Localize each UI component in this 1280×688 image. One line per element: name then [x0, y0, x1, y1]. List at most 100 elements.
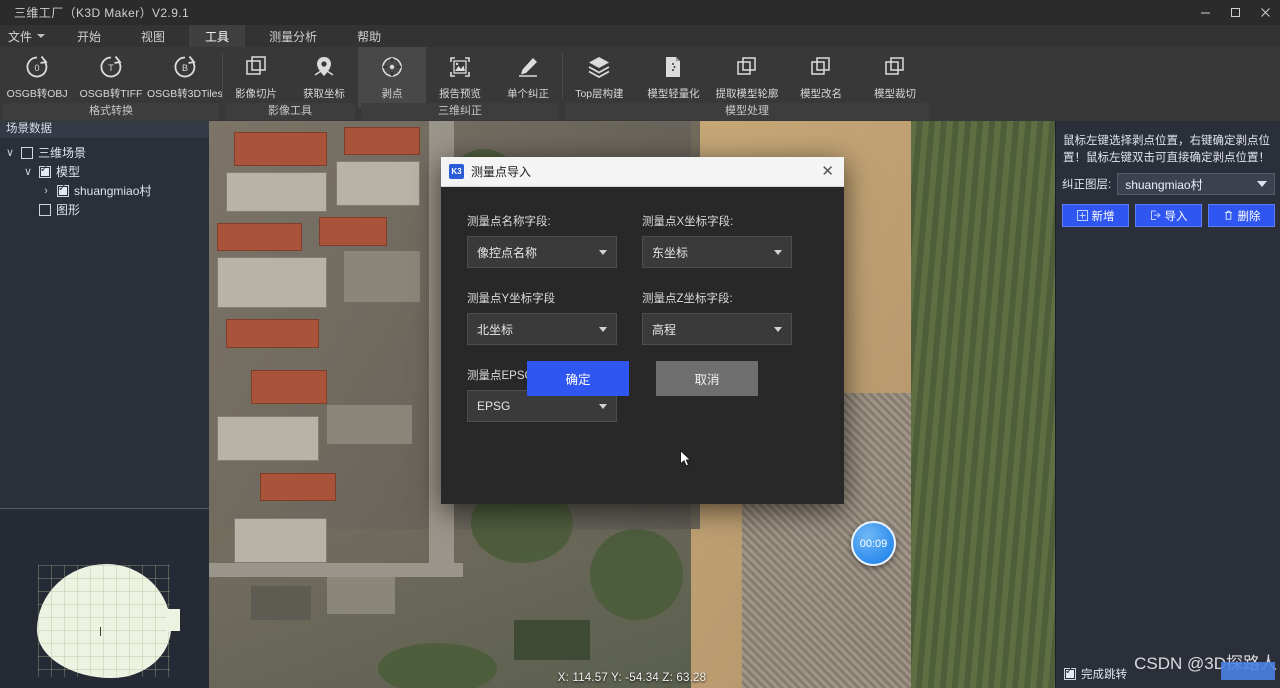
title-bar: 三维工厂（K3D Maker）V2.9.1	[0, 0, 1280, 25]
tree-node-model[interactable]: ∨ 模型	[0, 162, 209, 181]
done-jump-checkbox-row[interactable]: 完成跳转	[1064, 666, 1127, 682]
chevron-right-icon[interactable]: ›	[40, 185, 52, 197]
chevron-down-icon	[599, 327, 607, 332]
chevron-down-icon	[1257, 181, 1267, 187]
checkbox[interactable]	[57, 185, 69, 197]
file-menu-button[interactable]: 文件	[0, 25, 53, 47]
ribbon-item-model-rename[interactable]: 模型改名	[784, 47, 858, 103]
field-name-group: 测量点名称字段: 像控点名称	[467, 213, 617, 268]
checkbox[interactable]	[39, 166, 51, 178]
cancel-button[interactable]: 取消	[656, 361, 758, 396]
chevron-down-icon	[774, 250, 782, 255]
confirm-button[interactable]: 确定	[527, 361, 629, 396]
tab-start[interactable]: 开始	[61, 25, 117, 47]
minimize-button[interactable]	[1190, 0, 1220, 25]
farm-field-area	[911, 121, 1055, 688]
correction-layer-value: shuangmiao村	[1125, 176, 1202, 193]
ribbon-group-format-conversion: 0 OSGB转OBJ T OSGB转TI	[0, 47, 222, 121]
convert-tiff-icon: T	[96, 52, 126, 82]
delete-button[interactable]: 删除	[1208, 204, 1275, 227]
ribbon-item-report-preview[interactable]: 报告预览	[426, 47, 494, 103]
ribbon-item-osgb-to-tiff[interactable]: T OSGB转TIFF	[74, 47, 148, 103]
minimap-grid	[38, 565, 170, 677]
svg-text:0: 0	[34, 63, 39, 73]
field-x-select[interactable]: 东坐标	[642, 236, 792, 268]
ribbon-item-strip-point[interactable]: 剥点	[358, 47, 426, 108]
field-y-select[interactable]: 北坐标	[467, 313, 617, 345]
ribbon-item-get-coordinate[interactable]: 获取坐标	[290, 47, 358, 103]
scene-data-panel: 场景数据 ∨ 三维场景 ∨ 模型 › shuangmiao村 图形	[0, 121, 210, 688]
maximize-button[interactable]	[1220, 0, 1250, 25]
measurement-point-import-dialog: K3 测量点导入 ✕ 测量点名称字段: 像控点名称 测量点X坐标字段: 东坐标	[441, 157, 844, 504]
checkbox[interactable]	[1064, 668, 1076, 680]
image-tile-icon	[241, 52, 271, 82]
model-clip-icon	[880, 52, 910, 82]
dialog-field-row-1: 测量点名称字段: 像控点名称 测量点X坐标字段: 东坐标	[467, 213, 818, 268]
ribbon-item-image-tile[interactable]: 影像切片	[222, 47, 290, 103]
building-roof	[226, 319, 319, 347]
chevron-down-icon[interactable]: ∨	[22, 165, 34, 178]
tree-node-shuangmiao[interactable]: › shuangmiao村	[0, 181, 209, 200]
tab-help-label: 帮助	[357, 28, 381, 45]
add-button[interactable]: 新增	[1062, 204, 1129, 227]
checkbox[interactable]	[39, 204, 51, 216]
checkbox[interactable]	[21, 147, 33, 159]
ribbon-group-label: 模型处理	[565, 103, 929, 120]
ribbon-item-osgb-to-3dtiles[interactable]: B OSGB转3DTiles	[148, 47, 222, 103]
model-lightweight-icon	[658, 52, 688, 82]
field-z-select[interactable]: 高程	[642, 313, 792, 345]
ribbon-item-model-lightweight[interactable]: 模型轻量化	[636, 47, 710, 103]
scene-data-header: 场景数据	[0, 121, 209, 139]
field-name-value: 像控点名称	[477, 244, 537, 261]
building	[344, 251, 420, 302]
tree-node-graphics[interactable]: 图形	[0, 200, 209, 219]
svg-text:B: B	[182, 63, 188, 73]
convert-obj-icon: 0	[22, 52, 52, 82]
tab-view[interactable]: 视图	[125, 25, 181, 47]
structure	[251, 586, 310, 620]
ribbon-group-label: 格式转换	[3, 103, 219, 120]
field-z-value: 高程	[652, 321, 676, 338]
dialog-close-button[interactable]: ✕	[821, 164, 834, 179]
ribbon-item-osgb-to-obj[interactable]: 0 OSGB转OBJ	[0, 47, 74, 103]
import-button-label: 导入	[1165, 208, 1188, 224]
ribbon-item-model-clip[interactable]: 模型裁切	[858, 47, 932, 103]
scene-tree: ∨ 三维场景 ∨ 模型 › shuangmiao村 图形	[0, 139, 209, 219]
ribbon-item-label: 模型裁切	[874, 85, 916, 100]
close-button[interactable]	[1250, 0, 1280, 25]
chevron-down-icon[interactable]: ∨	[4, 146, 16, 159]
layers-icon	[584, 52, 614, 82]
add-button-label: 新增	[1092, 208, 1115, 224]
tab-help[interactable]: 帮助	[341, 25, 397, 47]
ribbon-group-3d-correction: 剥点 报告预览	[358, 47, 562, 121]
field-name-select[interactable]: 像控点名称	[467, 236, 617, 268]
model-rename-icon	[806, 52, 836, 82]
building	[217, 416, 319, 461]
tab-tools-label: 工具	[205, 28, 229, 45]
building-roof	[344, 127, 420, 155]
application-window: 三维工厂（K3D Maker）V2.9.1 文件 开始 视图 工具 测量分析 帮…	[0, 0, 1280, 688]
delete-button-label: 删除	[1238, 208, 1261, 224]
minimap-model-footprint	[38, 565, 170, 677]
ribbon-item-model-outline[interactable]: 提取模型轮廓	[710, 47, 784, 103]
minimap-overview[interactable]	[0, 509, 209, 688]
correction-layer-label: 纠正图层:	[1062, 176, 1111, 192]
ribbon-item-top-layer-build[interactable]: Top层构建	[562, 47, 636, 103]
report-preview-icon	[445, 52, 475, 82]
viewport-coordinates: X: 114.57 Y: -54.34 Z: 63.28	[209, 672, 1055, 684]
minimap-marker	[100, 627, 101, 636]
tab-tools[interactable]: 工具	[189, 25, 245, 47]
chevron-down-icon	[599, 250, 607, 255]
import-button[interactable]: 导入	[1135, 204, 1202, 227]
ribbon-item-label: 提取模型轮廓	[716, 85, 779, 100]
tab-measure-analysis[interactable]: 测量分析	[253, 25, 333, 47]
building-roof	[217, 223, 302, 251]
ribbon-item-single-correct[interactable]: 单个纠正	[494, 47, 562, 103]
correction-action-buttons: 新增 导入 删除	[1062, 204, 1275, 227]
chevron-down-icon	[599, 404, 607, 409]
tree-node-3d-scene[interactable]: ∨ 三维场景	[0, 143, 209, 162]
correction-layer-select[interactable]: shuangmiao村	[1117, 173, 1275, 195]
ribbon-item-label: OSGB转3DTiles	[147, 85, 223, 100]
svg-text:T: T	[108, 63, 114, 73]
ribbon-group-label: 影像工具	[225, 103, 355, 120]
